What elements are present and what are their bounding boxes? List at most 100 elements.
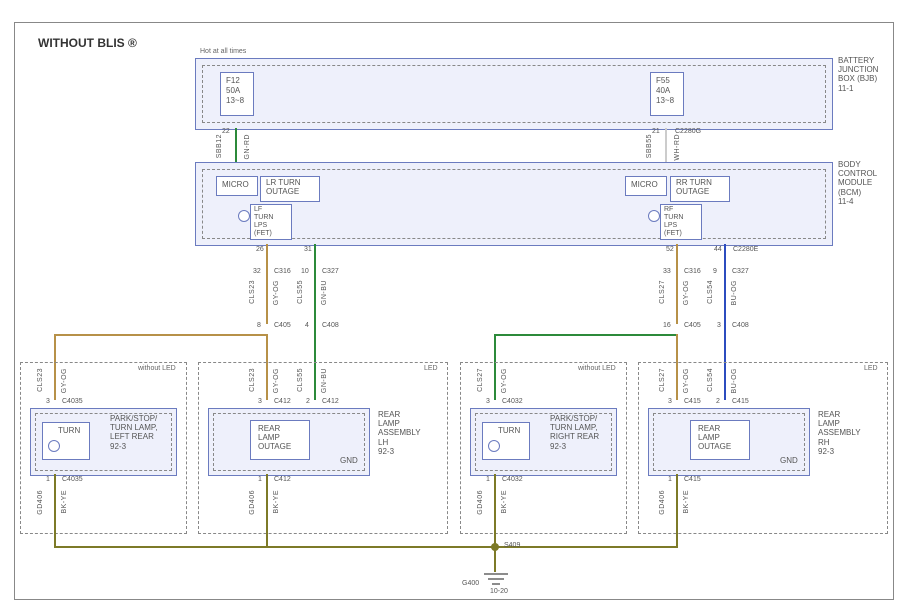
circ-cls55: CLS55 — [297, 280, 304, 304]
pin-31: 31 — [304, 246, 312, 253]
lamp2-in-pin2: 2 — [306, 398, 310, 405]
lamp3-out-pin: 1 — [486, 476, 490, 483]
lamp3-out-color: BK-YE — [501, 490, 508, 514]
lamp1-out-circ: GD406 — [37, 490, 44, 515]
wire-cls27a — [676, 244, 678, 324]
lamp3-in-circ: CLS27 — [477, 368, 484, 392]
splice-3: 3 — [717, 322, 721, 329]
splice-c405b: C405 — [684, 322, 701, 329]
lamp-box-3-title: PARK/STOP/ TURN LAMP, RIGHT REAR 92-3 — [550, 414, 599, 451]
fuse-f55-amps: 40A — [656, 86, 670, 95]
splice-c405a: C405 — [274, 322, 291, 329]
lamp4-out-conn: C415 — [684, 476, 701, 483]
gnd-bus — [54, 546, 678, 548]
diagram-title: WITHOUT BLIS ® — [38, 36, 137, 50]
lamp3-in-conn: C4032 — [502, 398, 523, 405]
color-cls23: GY-OG — [273, 280, 280, 305]
color-cls54: BU-OG — [731, 280, 738, 305]
fuse-f55-ref: F55 — [656, 76, 670, 85]
conn-c327a: C327 — [322, 268, 339, 275]
circ-cls27: CLS27 — [659, 280, 666, 304]
turn-1-label: TURN — [58, 426, 80, 435]
color-sbb12: GN-RD — [244, 134, 251, 159]
hot-label: Hot at all times — [200, 48, 246, 55]
lamp1-out-color: BK-YE — [61, 490, 68, 514]
pin-32: 32 — [253, 268, 261, 275]
lamp4-in-pin1: 3 — [668, 398, 672, 405]
rf-lps-label: RF TURN LPS (FET) — [664, 206, 683, 238]
conn-c2280e: C2280E — [733, 246, 758, 253]
circ-cls23: CLS23 — [249, 280, 256, 304]
circ-cls54: CLS54 — [707, 280, 714, 304]
gnd-3v — [494, 474, 496, 546]
lamp4-in-color2: BU-OG — [731, 368, 738, 393]
splice-s409: S409 — [504, 542, 520, 549]
color-cls55: GN-BU — [321, 280, 328, 305]
bulb-3-icon — [488, 440, 500, 452]
lamp2-out-circ: GD406 — [249, 490, 256, 515]
bjb-title: BATTERY JUNCTION BOX (BJB) 11-1 — [838, 56, 878, 93]
lamp4-in-pin2: 2 — [716, 398, 720, 405]
splice-c408a: C408 — [322, 322, 339, 329]
lamp1-out-conn: C4035 — [62, 476, 83, 483]
lamp3-in-pin: 3 — [486, 398, 490, 405]
color-cls27: GY-OG — [683, 280, 690, 305]
lamp-box-4-title: REAR LAMP OUTAGE — [698, 424, 731, 452]
group-4-tag: LED — [864, 365, 878, 372]
conn-c316a: C316 — [274, 268, 291, 275]
circ-sbb55: SBB55 — [646, 134, 653, 158]
pin-9: 9 — [713, 268, 717, 275]
pin-26: 26 — [256, 246, 264, 253]
lamp1-in-color: GY-OG — [61, 368, 68, 393]
fuse-f12-amps: 50A — [226, 86, 240, 95]
lamp1-in-circ: CLS23 — [37, 368, 44, 392]
bulb-1-icon — [48, 440, 60, 452]
pin-44: 44 — [714, 246, 722, 253]
lamp3-out-circ: GD406 — [477, 490, 484, 515]
lamp4-in-color1: GY-OG — [683, 368, 690, 393]
wire-sbb12 — [235, 128, 237, 162]
wire-gy-split-l — [54, 334, 268, 336]
wire-cls55a — [314, 244, 316, 324]
turn-3-label: TURN — [498, 426, 520, 435]
lamp1-in-pin: 3 — [46, 398, 50, 405]
circ-sbb12: SBB12 — [216, 134, 223, 158]
pin-21: 21 — [652, 128, 660, 135]
gnd-drop — [494, 548, 496, 572]
color-sbb55: WH-RD — [674, 134, 681, 161]
splice-c408b: C408 — [732, 322, 749, 329]
lamp4-out-circ: GD406 — [659, 490, 666, 515]
lamp3-out-conn: C4032 — [502, 476, 523, 483]
lamp3-in-color: GY-OG — [501, 368, 508, 393]
lamp2-out-pin: 1 — [258, 476, 262, 483]
lamp4-in-circ2: CLS54 — [707, 368, 714, 392]
lamp2-in-pin1: 3 — [258, 398, 262, 405]
lamp2-in-circ1: CLS23 — [249, 368, 256, 392]
lamp-box-2-title: REAR LAMP OUTAGE — [258, 424, 291, 452]
pin-10: 10 — [301, 268, 309, 275]
gnd-1v — [54, 474, 56, 546]
gnd-ref: G400 — [462, 580, 479, 587]
lamp1-out-pin: 1 — [46, 476, 50, 483]
pin-22: 22 — [222, 128, 230, 135]
bjb-module — [195, 58, 833, 130]
lamp1-in-conn: C4035 — [62, 398, 83, 405]
lf-lps-label: LF TURN LPS (FET) — [254, 206, 273, 238]
wire-cls23a — [266, 244, 268, 324]
lamp-box-1-title: PARK/STOP/ TURN LAMP, LEFT REAR 92-3 — [110, 414, 157, 451]
lr-outage-label: LR TURN OUTAGE — [266, 178, 301, 196]
micro-left-label: MICRO — [222, 180, 249, 189]
micro-right-label: MICRO — [631, 180, 658, 189]
lamp-box-2-lead: REAR LAMP ASSEMBLY LH 92-3 — [378, 410, 421, 456]
lamp-box-4-lead: REAR LAMP ASSEMBLY RH 92-3 — [818, 410, 861, 456]
pin-33: 33 — [663, 268, 671, 275]
splice-16: 16 — [663, 322, 671, 329]
conn-c327b: C327 — [732, 268, 749, 275]
lamp2-in-conn1: C412 — [274, 398, 291, 405]
fuse-f12-ref: F12 — [226, 76, 240, 85]
gnd-loc: 10-20 — [490, 588, 508, 595]
wire-gy-split-r — [494, 334, 678, 336]
wiring-diagram: WITHOUT BLIS ® Hot at all times BATTERY … — [0, 0, 908, 610]
gnd-4v — [676, 474, 678, 546]
lamp4-in-conn2: C415 — [732, 398, 749, 405]
